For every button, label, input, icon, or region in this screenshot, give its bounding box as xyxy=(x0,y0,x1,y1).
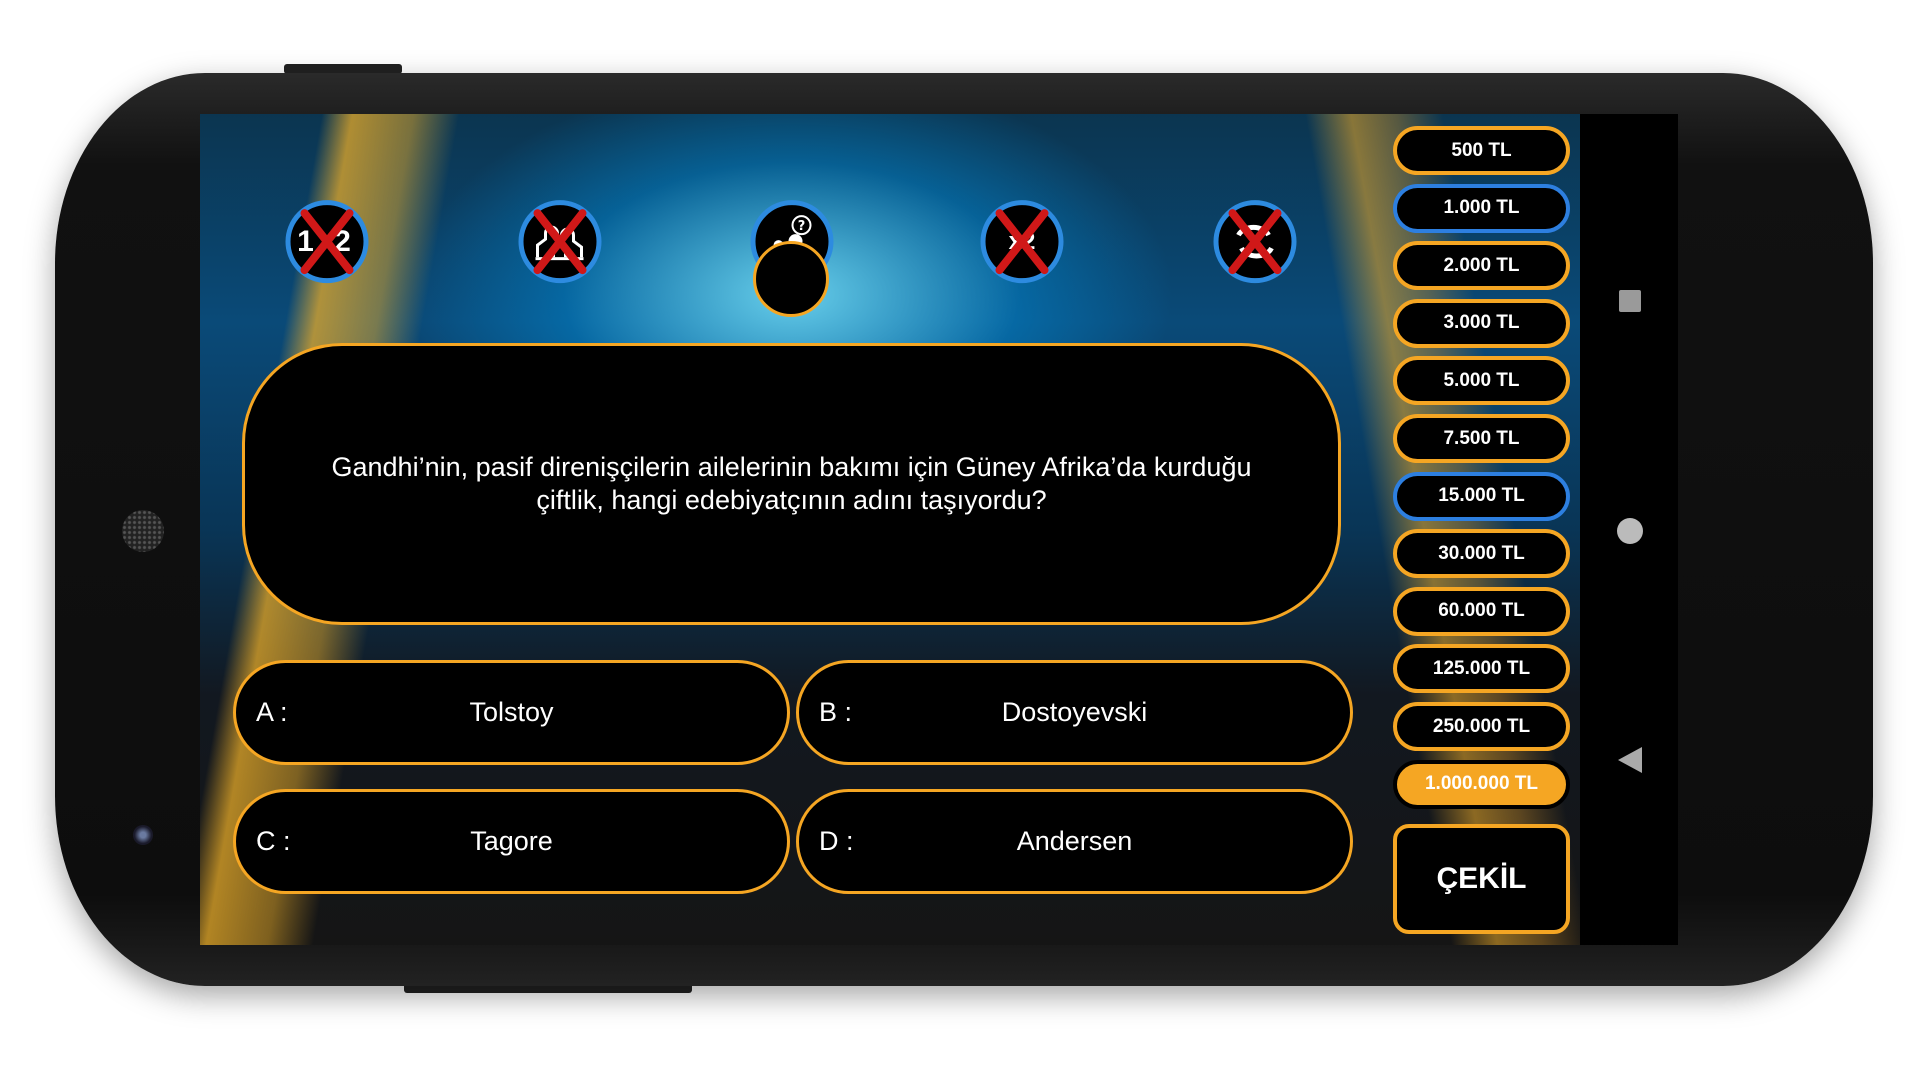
game-area: 1 2? x2 Gandhi’nin, pasif direnişçilerin … xyxy=(200,114,1580,945)
prize-level: 3.000 TL xyxy=(1393,298,1570,348)
prize-amount: 500 TL xyxy=(1451,139,1512,161)
screen: 1 2? x2 Gandhi’nin, pasif direnişçilerin … xyxy=(200,114,1678,945)
prize-amount: 250.000 TL xyxy=(1432,715,1531,737)
lifeline-double-answer[interactable]: x2 xyxy=(980,200,1064,284)
prize-amount: 2.000 TL xyxy=(1443,254,1520,276)
withdraw-label: ÇEKİL xyxy=(1436,862,1527,895)
used-x-icon xyxy=(300,209,354,275)
front-camera xyxy=(133,825,153,845)
prize-level: 15.000 TL xyxy=(1393,471,1570,521)
prize-level: 2.000 TL xyxy=(1393,241,1570,291)
prize-amount: 1.000.000 TL xyxy=(1424,773,1539,795)
prize-level: 60.000 TL xyxy=(1393,586,1570,636)
lifeline-ask-audience[interactable] xyxy=(518,200,602,284)
prize-amount: 7.500 TL xyxy=(1443,427,1520,449)
prize-level: 30.000 TL xyxy=(1393,529,1570,579)
prize-level: 1.000.000 TL xyxy=(1393,759,1570,809)
prize-level: 250.000 TL xyxy=(1393,702,1570,751)
withdraw-button[interactable]: ÇEKİL xyxy=(1393,824,1570,934)
used-x-icon xyxy=(533,209,587,275)
answer-letter: B : xyxy=(819,697,853,727)
back-triangle-icon[interactable] xyxy=(1618,747,1642,773)
prize-level: 1.000 TL xyxy=(1393,183,1570,233)
recents-square-icon[interactable] xyxy=(1619,290,1641,312)
answer-letter: A : xyxy=(256,697,288,727)
android-nav-bar xyxy=(1580,114,1678,945)
used-x-icon xyxy=(995,209,1049,275)
answer-option-tolstoy[interactable]: A : Tolstoy xyxy=(233,660,790,765)
prize-level: 5.000 TL xyxy=(1393,356,1570,406)
prize-amount: 3.000 TL xyxy=(1443,312,1520,334)
prize-amount: 1.000 TL xyxy=(1443,197,1520,219)
question-box: Gandhi’nin, pasif direnişçilerin aileler… xyxy=(242,343,1341,625)
answer-option-dostoyevski[interactable]: B : Dostoyevski xyxy=(796,660,1353,765)
lifeline-fifty-fifty[interactable]: 1 2 xyxy=(285,200,369,284)
answer-letter: C : xyxy=(256,826,291,856)
answer-text: Dostoyevski xyxy=(1001,697,1148,727)
answer-option-andersen[interactable]: D : Andersen xyxy=(796,789,1353,894)
timer-circle xyxy=(753,241,829,317)
prize-amount: 60.000 TL xyxy=(1438,600,1525,622)
question-text: Gandhi’nin, pasif direnişçilerin aileler… xyxy=(331,452,1252,515)
prize-amount: 30.000 TL xyxy=(1438,542,1525,564)
answer-text: Tagore xyxy=(470,826,553,856)
prize-level: 7.500 TL xyxy=(1393,414,1570,463)
svg-text:?: ? xyxy=(798,219,806,234)
prize-amount: 125.000 TL xyxy=(1432,657,1531,679)
speaker-grille xyxy=(122,510,164,552)
answer-option-tagore[interactable]: C : Tagore xyxy=(233,789,790,894)
answer-text: Andersen xyxy=(1016,826,1133,856)
answer-text: Tolstoy xyxy=(469,697,554,727)
answer-letter: D : xyxy=(819,826,854,856)
home-circle-icon[interactable] xyxy=(1617,518,1643,544)
prize-amount: 5.000 TL xyxy=(1443,369,1520,391)
lifeline-change-question[interactable] xyxy=(1213,200,1297,284)
used-x-icon xyxy=(1228,209,1282,275)
prize-level: 125.000 TL xyxy=(1393,644,1570,694)
prize-amount: 15.000 TL xyxy=(1438,485,1525,507)
prize-level: 500 TL xyxy=(1393,126,1570,175)
